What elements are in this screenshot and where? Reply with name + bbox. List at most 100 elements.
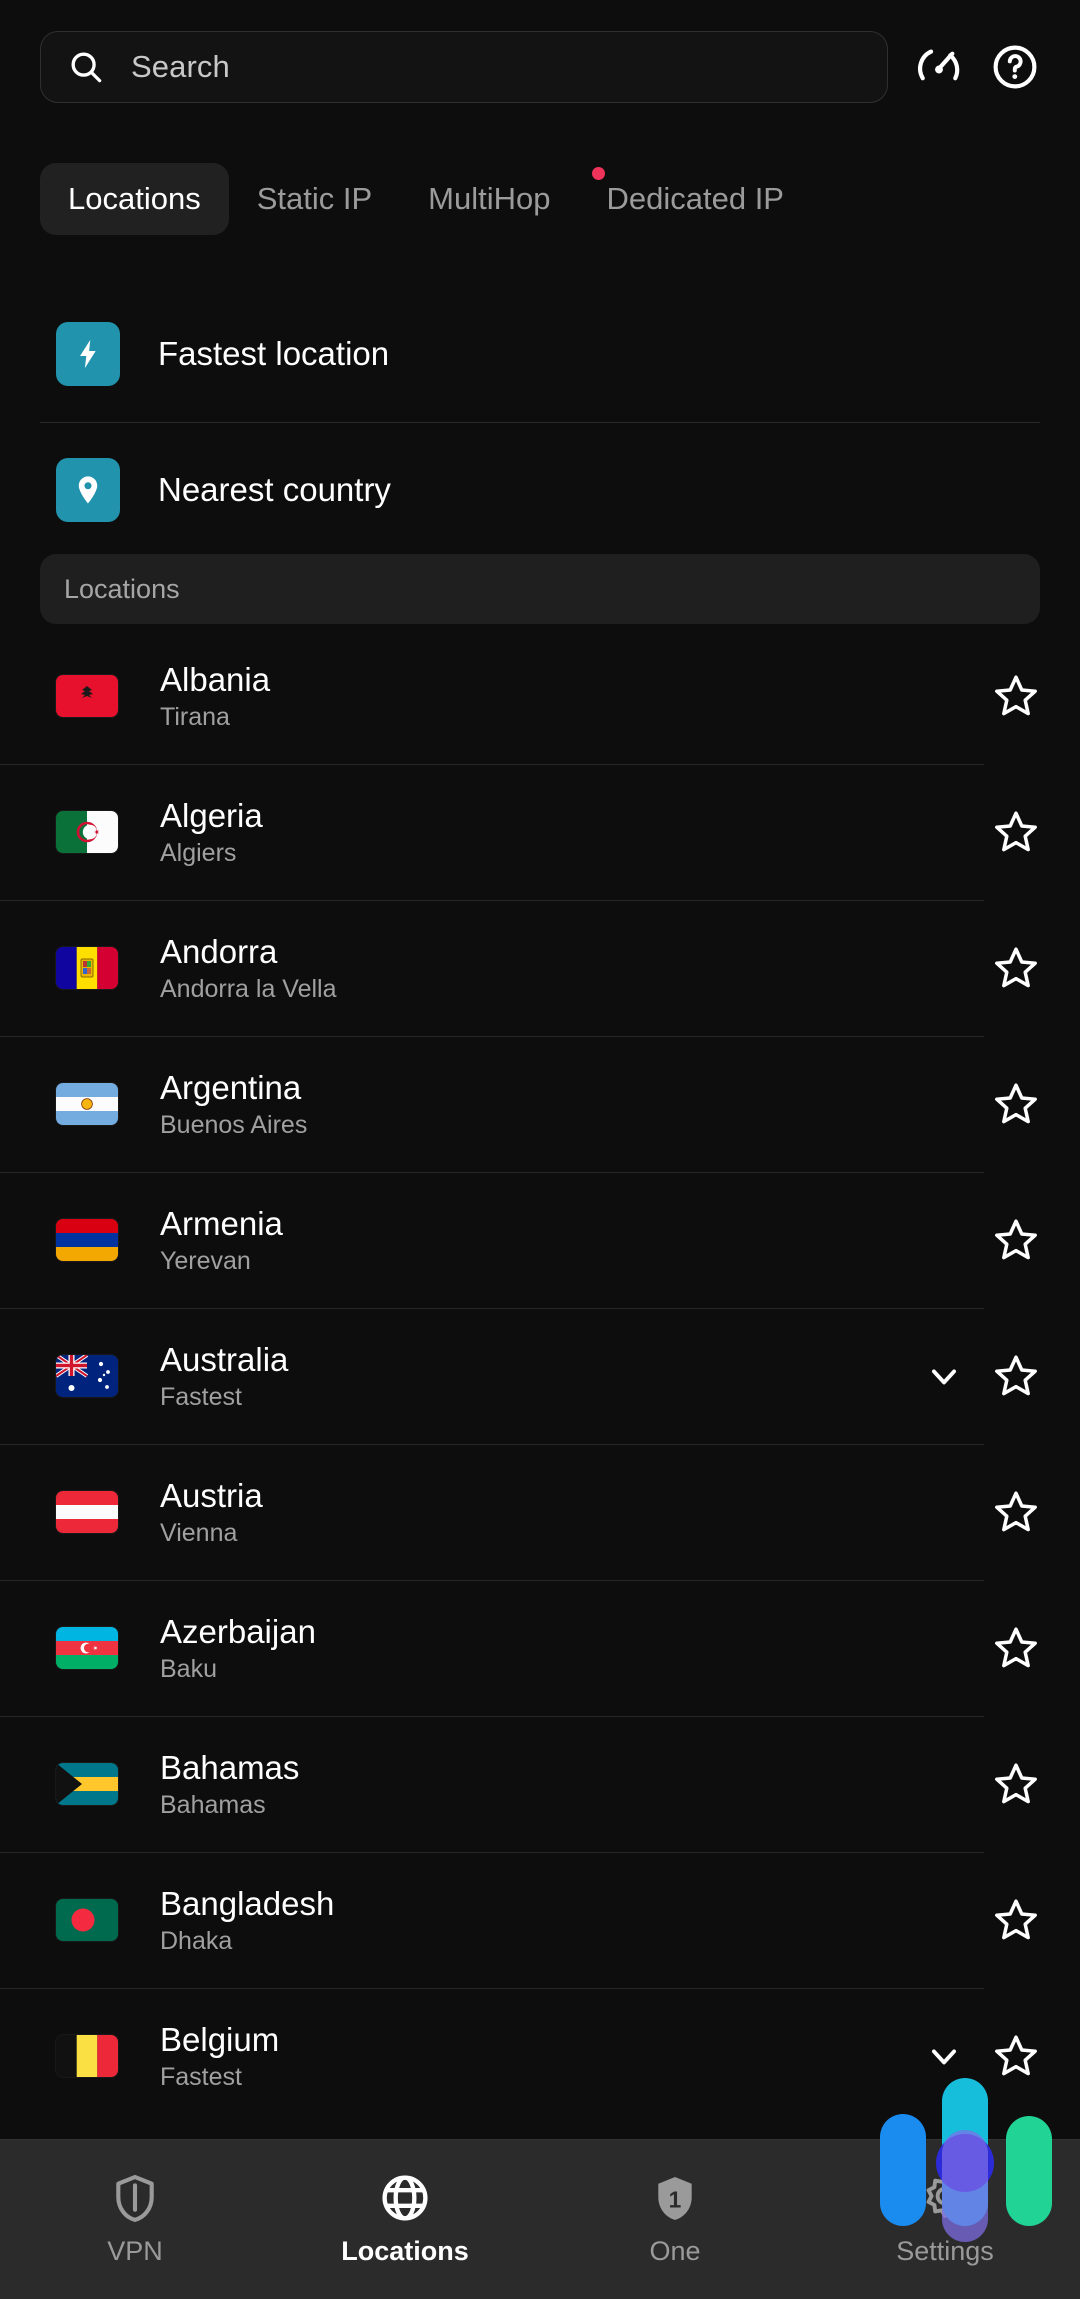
favorite-star-icon[interactable] — [992, 1896, 1040, 1944]
table-row[interactable]: Belgium Fastest — [0, 1988, 1080, 2118]
flag-icon — [56, 1491, 118, 1533]
country-name: Austria — [160, 1476, 263, 1514]
bottom-navigation: VPN Locations 1 One Settings — [0, 2139, 1080, 2299]
favorite-star-icon[interactable] — [992, 944, 1040, 992]
quick-action-label: Nearest country — [158, 471, 391, 508]
svg-text:1: 1 — [669, 2187, 682, 2213]
country-info: Bahamas Bahamas — [160, 1749, 922, 1820]
favorite-star-icon[interactable] — [992, 1352, 1040, 1400]
favorite-star-icon[interactable] — [992, 672, 1040, 720]
flag-icon — [56, 811, 118, 853]
table-row[interactable]: Bahamas Bahamas — [0, 1716, 1080, 1852]
help-icon[interactable] — [990, 42, 1040, 92]
table-row[interactable]: Andorra Andorra la Vella — [0, 900, 1080, 1036]
favorite-star-icon[interactable] — [992, 808, 1040, 856]
country-city: Tirana — [160, 702, 230, 731]
country-info: Algeria Algiers — [160, 797, 922, 868]
nav-item-locations[interactable]: Locations — [270, 2140, 540, 2299]
nav-item-label: One — [649, 2236, 701, 2266]
country-city: Dhaka — [160, 1926, 233, 1955]
country-name: Albania — [160, 660, 271, 698]
flag-icon — [56, 1763, 118, 1805]
header-bar: Search — [0, 28, 1080, 106]
table-row[interactable]: Albania Tirana — [0, 628, 1080, 764]
country-info: Australia Fastest — [160, 1341, 922, 1412]
tab-dedicated-ip[interactable]: Dedicated IP — [578, 163, 812, 235]
locations-section-header: Locations — [40, 554, 1040, 624]
app-screen: Search Locations Static IP MultiHop Dedicat… — [0, 0, 1080, 2299]
country-info: Azerbaijan Baku — [160, 1613, 922, 1684]
country-info: Albania Tirana — [160, 661, 922, 732]
country-name: Armenia — [160, 1204, 283, 1242]
chevron-down-icon[interactable] — [922, 2034, 966, 2078]
flag-icon — [56, 1355, 118, 1397]
country-info: Argentina Buenos Aires — [160, 1069, 922, 1140]
country-city: Vienna — [160, 1518, 238, 1547]
nav-item-label: Settings — [896, 2236, 994, 2266]
flag-icon — [56, 947, 118, 989]
country-city: Fastest — [160, 1382, 242, 1411]
favorite-star-icon[interactable] — [992, 1624, 1040, 1672]
section-title: Locations — [64, 573, 180, 604]
tab-multihop[interactable]: MultiHop — [400, 163, 578, 235]
nav-item-vpn[interactable]: VPN — [0, 2140, 270, 2299]
country-name: Belgium — [160, 2020, 280, 2058]
row-actions — [922, 944, 1040, 992]
quick-action-nearest-country[interactable]: Nearest country — [0, 422, 1080, 558]
table-row[interactable]: Bangladesh Dhaka — [0, 1852, 1080, 1988]
row-actions — [922, 1216, 1040, 1264]
country-name: Australia — [160, 1340, 289, 1378]
globe-icon — [379, 2172, 431, 2224]
chevron-down-icon[interactable] — [922, 1354, 966, 1398]
country-name: Algeria — [160, 796, 263, 834]
quick-action-label: Fastest location — [158, 335, 390, 372]
favorite-star-icon[interactable] — [992, 2032, 1040, 2080]
nav-item-one[interactable]: 1 One — [540, 2140, 810, 2299]
row-actions — [922, 2032, 1040, 2080]
country-city: Buenos Aires — [160, 1110, 308, 1139]
country-info: Belgium Fastest — [160, 2021, 922, 2092]
gear-icon — [919, 2172, 971, 2224]
country-list[interactable]: Albania Tirana Algeria Algiers Andorra Andorr… — [0, 628, 1080, 2118]
pin-icon — [56, 458, 120, 522]
country-name: Argentina — [160, 1068, 302, 1106]
country-name: Bangladesh — [160, 1884, 335, 1922]
table-row[interactable]: Algeria Algiers — [0, 764, 1080, 900]
quick-action-fastest-location[interactable]: Fastest location — [0, 286, 1080, 422]
table-row[interactable]: Argentina Buenos Aires — [0, 1036, 1080, 1172]
tab-label: Dedicated IP — [606, 181, 784, 216]
country-city: Bahamas — [160, 1790, 266, 1819]
country-info: Bangladesh Dhaka — [160, 1885, 922, 1956]
favorite-star-icon[interactable] — [992, 1488, 1040, 1536]
notification-dot-icon — [592, 167, 606, 180]
favorite-star-icon[interactable] — [992, 1760, 1040, 1808]
country-name: Andorra — [160, 932, 278, 970]
search-input[interactable]: Search — [40, 31, 888, 103]
nav-item-settings[interactable]: Settings — [810, 2140, 1080, 2299]
table-row[interactable]: Armenia Yerevan — [0, 1172, 1080, 1308]
country-city: Andorra la Vella — [160, 974, 337, 1003]
speed-test-icon[interactable] — [914, 42, 964, 92]
search-icon — [71, 52, 102, 83]
flag-icon — [56, 1219, 118, 1261]
row-actions — [922, 672, 1040, 720]
country-name: Azerbaijan — [160, 1612, 316, 1650]
country-info: Armenia Yerevan — [160, 1205, 922, 1276]
row-actions — [922, 1896, 1040, 1944]
tab-locations[interactable]: Locations — [40, 163, 229, 235]
favorite-star-icon[interactable] — [992, 1216, 1040, 1264]
nav-item-label: Locations — [341, 2236, 469, 2266]
nav-item-label: VPN — [107, 2236, 163, 2266]
country-city: Yerevan — [160, 1246, 251, 1275]
tab-label: MultiHop — [428, 181, 551, 216]
table-row[interactable]: Azerbaijan Baku — [0, 1580, 1080, 1716]
row-actions — [922, 1352, 1040, 1400]
flag-icon — [56, 1627, 118, 1669]
table-row[interactable]: Austria Vienna — [0, 1444, 1080, 1580]
row-actions — [922, 808, 1040, 856]
tab-label: Static IP — [256, 181, 373, 216]
favorite-star-icon[interactable] — [992, 1080, 1040, 1128]
tab-static-ip[interactable]: Static IP — [229, 163, 400, 235]
country-city: Algiers — [160, 838, 237, 867]
table-row[interactable]: Australia Fastest — [0, 1308, 1080, 1444]
